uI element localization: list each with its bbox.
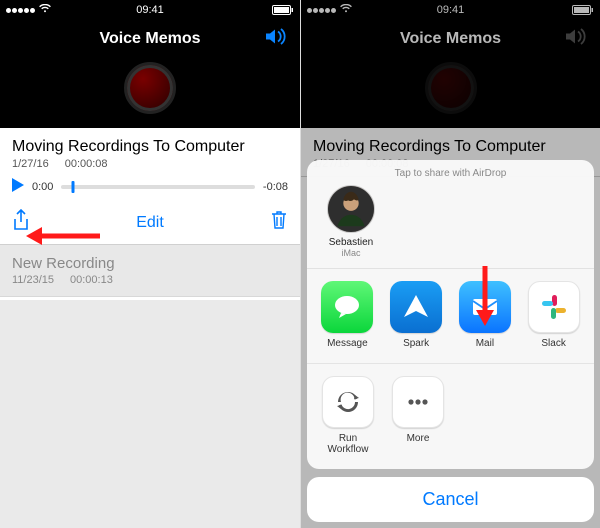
elapsed-time: 0:00: [32, 181, 53, 193]
list-item-title: New Recording: [12, 255, 288, 272]
avatar: [327, 185, 375, 233]
battery-icon: [272, 5, 294, 15]
airdrop-device: iMac: [341, 248, 360, 258]
recording-detail: Moving Recordings To Computer 1/27/16 00…: [0, 128, 300, 245]
workflow-icon: [322, 376, 374, 428]
record-area: [0, 58, 300, 128]
mail-icon: [459, 281, 511, 333]
playback-controls: 0:00 -0:08: [12, 178, 288, 195]
share-app-message[interactable]: Message: [319, 281, 376, 349]
status-bar: 09:41: [0, 0, 300, 20]
app-label: Spark: [403, 338, 429, 349]
recording-title: Moving Recordings To Computer: [12, 138, 288, 156]
more-icon: [392, 376, 444, 428]
record-button[interactable]: [124, 62, 176, 114]
slack-icon: [528, 281, 580, 333]
spark-icon: [390, 281, 442, 333]
list-item-duration: 00:00:13: [70, 274, 113, 286]
app-title: Voice Memos: [99, 30, 200, 48]
airdrop-target[interactable]: Sebastien iMac: [321, 185, 381, 258]
phone-left: 09:41 Voice Memos Moving Recordings To C…: [0, 0, 300, 528]
list-item-date: 11/23/15: [12, 274, 54, 286]
recording-date: 1/27/16: [12, 158, 49, 170]
list-item[interactable]: New Recording 11/23/15 00:00:13: [0, 245, 300, 297]
edit-button[interactable]: Edit: [136, 214, 164, 232]
status-time: 09:41: [136, 4, 164, 16]
trash-icon[interactable]: [270, 210, 288, 235]
recording-duration: 00:00:08: [65, 158, 108, 170]
share-app-mail[interactable]: Mail: [457, 281, 514, 349]
share-app-spark[interactable]: Spark: [388, 281, 445, 349]
share-action-workflow[interactable]: Run Workflow: [319, 376, 377, 455]
scrubber[interactable]: [61, 185, 255, 189]
share-icon[interactable]: [12, 209, 30, 236]
cancel-button[interactable]: Cancel: [307, 477, 594, 522]
phone-right: 09:41 Voice Memos Moving Recordings To C…: [300, 0, 600, 528]
app-label: Message: [327, 338, 368, 349]
share-sheet: Tap to share with AirDrop Sebastien iMac: [307, 160, 594, 522]
share-actions-row: Run Workflow More: [307, 363, 594, 469]
message-icon: [321, 281, 373, 333]
app-label: More: [407, 433, 430, 444]
app-label: Run Workflow: [319, 433, 377, 455]
signal-dots-icon: [6, 4, 36, 16]
app-label: Mail: [476, 338, 494, 349]
airdrop-name: Sebastien: [329, 237, 373, 248]
remaining-time: -0:08: [263, 181, 288, 193]
play-icon[interactable]: [12, 178, 24, 195]
app-label: Slack: [541, 338, 565, 349]
nav-bar: Voice Memos: [0, 20, 300, 58]
speaker-icon[interactable]: [266, 28, 288, 51]
share-apps-row: Message Spark Mail: [307, 268, 594, 363]
share-action-more[interactable]: More: [389, 376, 447, 455]
airdrop-section: Tap to share with AirDrop Sebastien iMac: [307, 160, 594, 268]
airdrop-hint: Tap to share with AirDrop: [317, 168, 584, 179]
wifi-icon: [39, 4, 51, 16]
share-app-slack[interactable]: Slack: [525, 281, 582, 349]
list-background: [0, 300, 300, 528]
